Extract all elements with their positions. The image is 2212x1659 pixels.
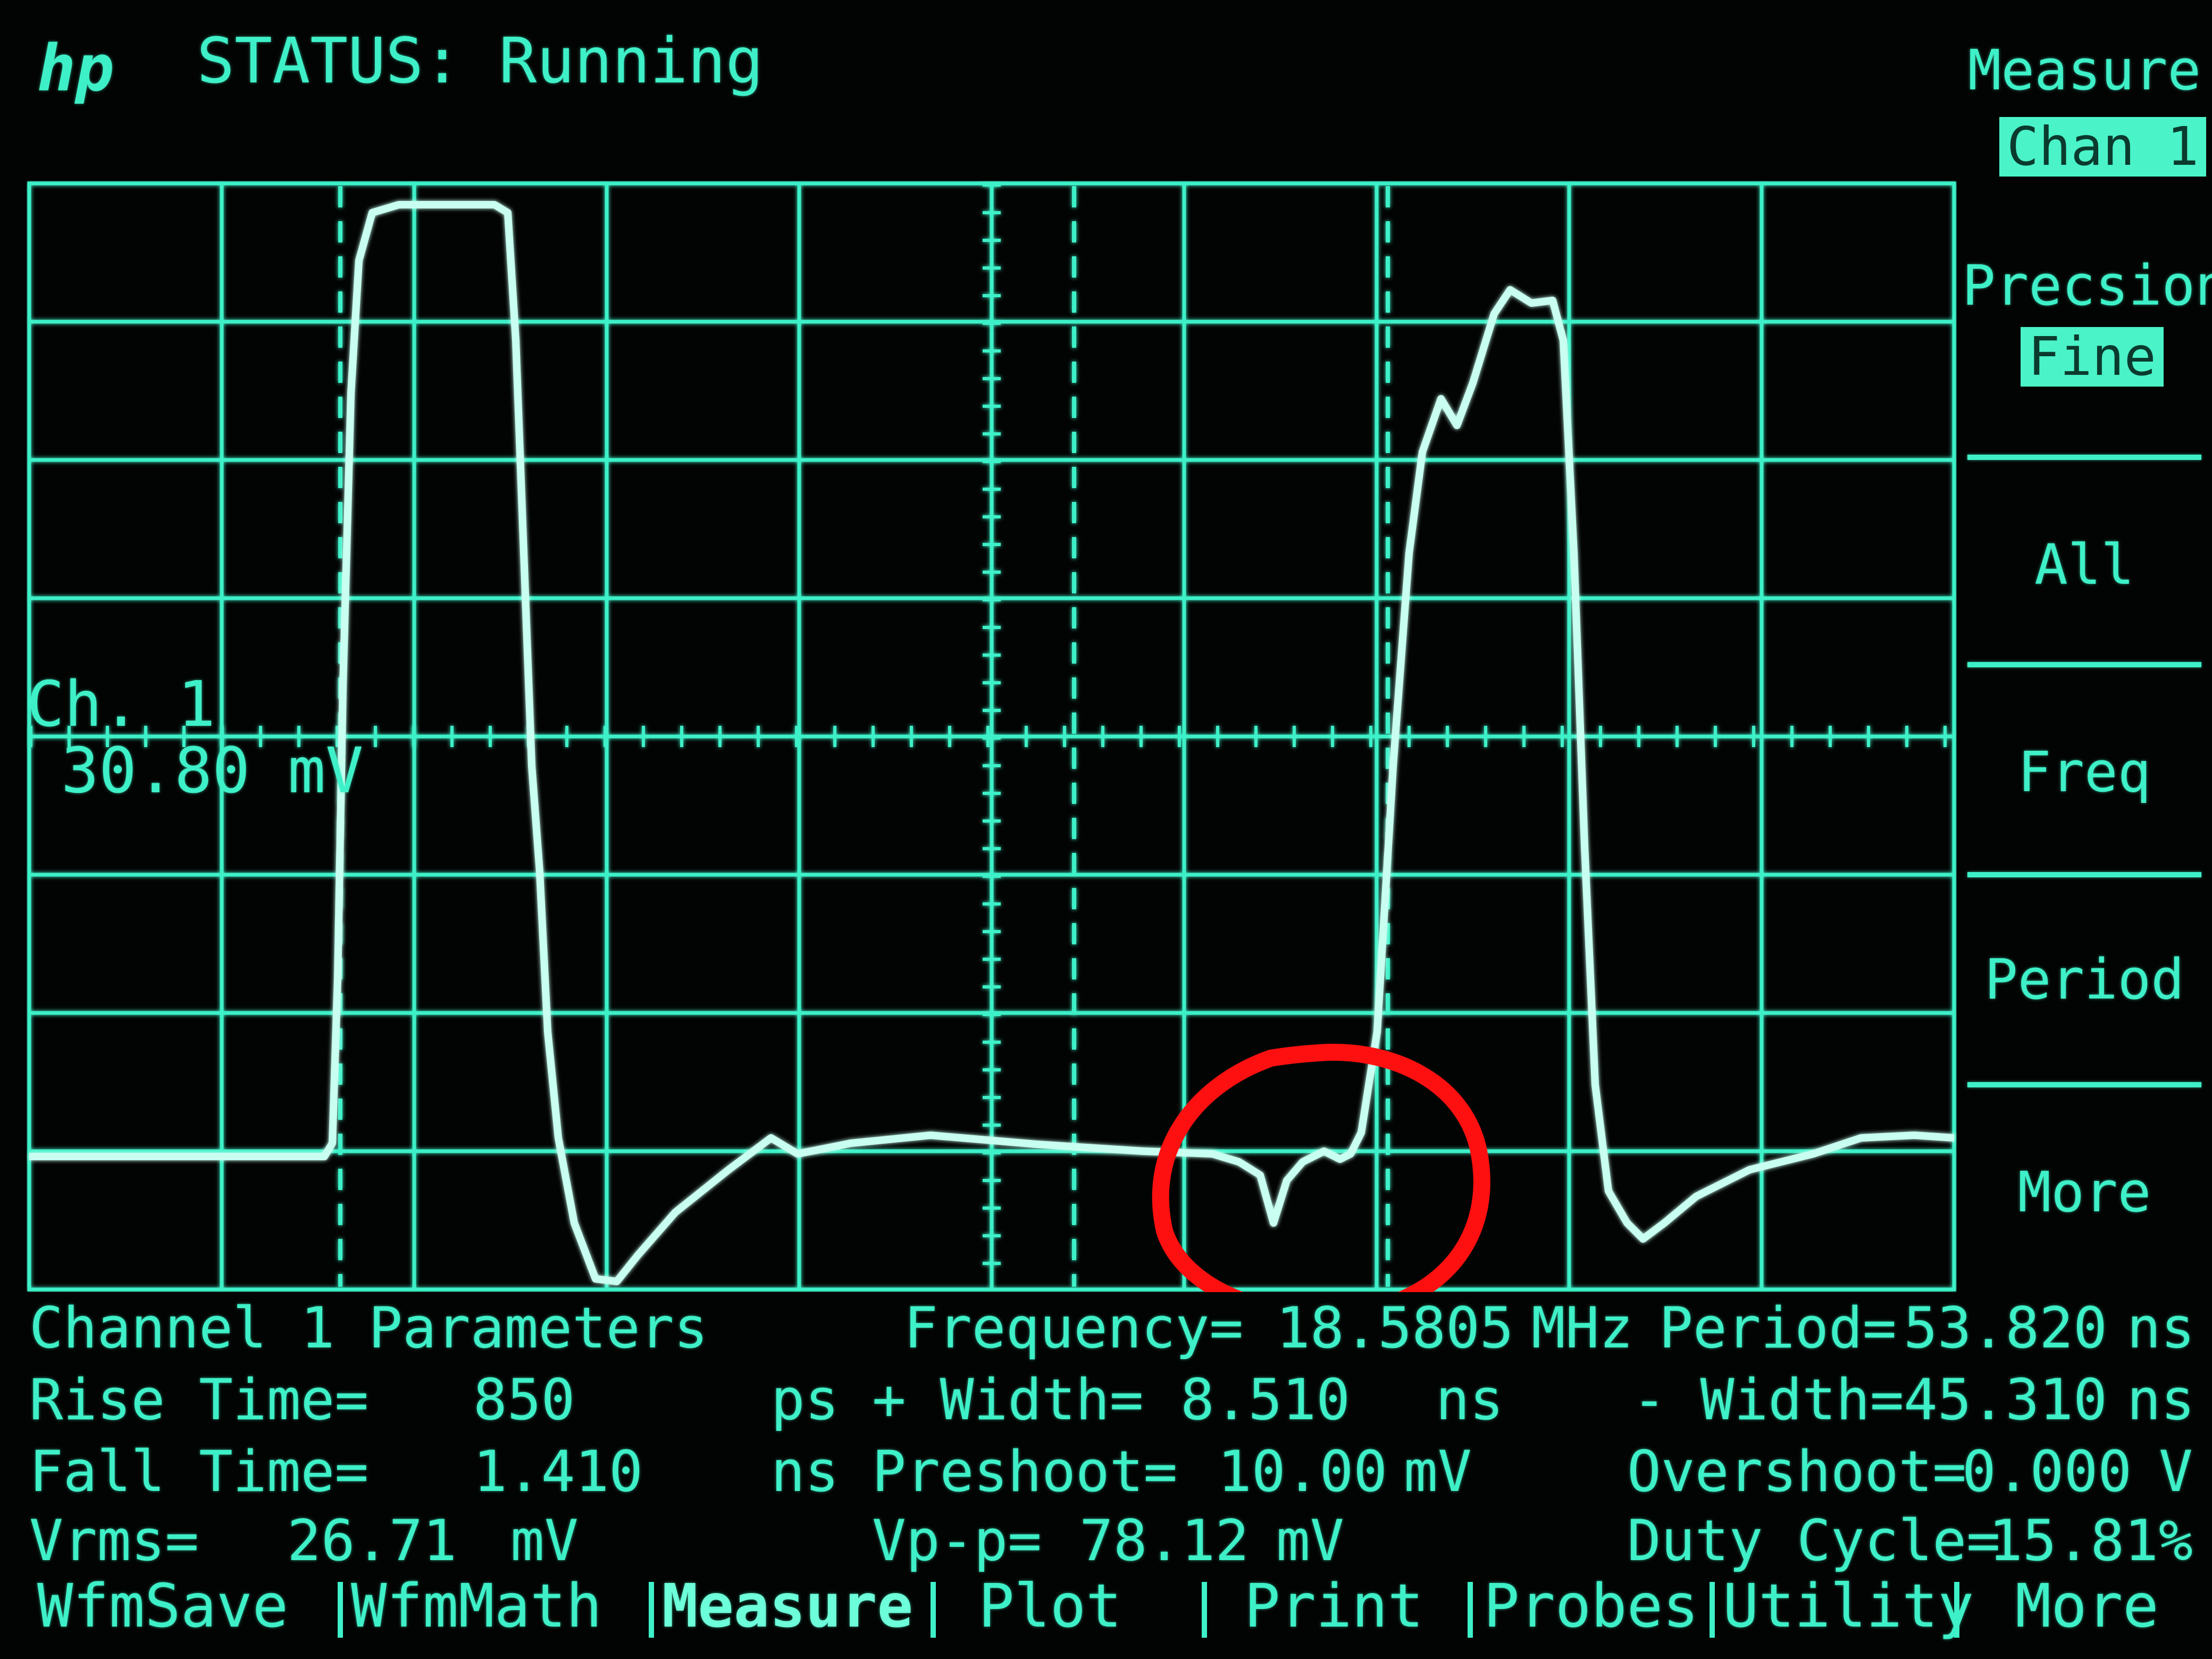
minus-width-label: - Width=: [1632, 1367, 1904, 1432]
softkey-panel: Measure Chan 1 Precsion Fine All Freq Pe…: [1962, 32, 2212, 1281]
hp-logo: hp: [37, 32, 114, 106]
overshoot-unit: V: [2159, 1439, 2193, 1504]
vrms-value: 26.71: [287, 1508, 457, 1573]
softkey-value: Chan 1: [1999, 117, 2207, 177]
vpp-value: 78.12: [1079, 1508, 1250, 1573]
overshoot-value: 0.000: [1962, 1439, 2132, 1504]
plus-width-label: + Width=: [872, 1367, 1144, 1432]
softkey-title: Measure: [1967, 38, 2201, 103]
menu-separator: [1468, 1582, 1473, 1638]
period-label: Period=: [1659, 1295, 1897, 1361]
softkey-precision[interactable]: Precsion Fine: [1962, 245, 2212, 453]
menu-separator: [1954, 1582, 1959, 1638]
menu-separator: [931, 1582, 936, 1638]
period-unit: ns: [2127, 1295, 2195, 1361]
menu-separator: [1202, 1582, 1207, 1638]
menu-plot[interactable]: Plot: [978, 1577, 1122, 1636]
overshoot-label: Overshoot=: [1627, 1439, 1967, 1504]
vrms-unit: mV: [510, 1508, 579, 1573]
softkey-title: All: [2034, 532, 2134, 597]
softkey-title: Precsion: [1962, 253, 2212, 318]
softkey-title: Period: [1984, 947, 2184, 1012]
softkey-title: More: [2017, 1160, 2151, 1225]
frequency-unit: MHz: [1531, 1295, 1633, 1361]
menu-probes[interactable]: Probes: [1484, 1577, 1699, 1636]
softkey-measure[interactable]: Measure Chan 1: [1962, 32, 2207, 240]
frequency-label: Frequency=: [904, 1295, 1244, 1361]
menu-more[interactable]: More: [2015, 1577, 2159, 1636]
duty-cycle-value: 15.81: [1989, 1508, 2159, 1573]
annotation-circle: [1152, 1044, 1490, 1292]
plus-width-value: 8.510: [1180, 1367, 1351, 1432]
fall-time-label: Fall Time=: [29, 1439, 369, 1504]
menu-separator: [1710, 1582, 1715, 1638]
menu-separator: [338, 1582, 343, 1638]
channel-label: Ch. 1: [27, 667, 216, 741]
duty-cycle-unit: %: [2159, 1508, 2193, 1573]
menu-separator: [649, 1582, 654, 1638]
status-text: STATUS: Running: [197, 24, 764, 97]
minus-width-value: 45.310: [1904, 1367, 2107, 1432]
period-value: 53.820: [1904, 1295, 2107, 1361]
fall-time-unit: ns: [771, 1439, 839, 1504]
softkey-all[interactable]: All: [1962, 457, 2207, 666]
softkey-freq[interactable]: Freq: [1962, 665, 2207, 873]
softkey-value: Fine: [2021, 327, 2164, 387]
softkey-more[interactable]: More: [1962, 1085, 2207, 1293]
softkey-period[interactable]: Period: [1962, 875, 2207, 1083]
frequency-value: 18.5805: [1276, 1295, 1514, 1361]
parameters-heading: Channel 1 Parameters: [29, 1295, 708, 1361]
menu-wfmmath[interactable]: WfmMath: [351, 1577, 602, 1636]
vpp-label: Vp-p=: [872, 1508, 1042, 1573]
menu-wfmsave[interactable]: WfmSave: [37, 1577, 288, 1636]
duty-cycle-label: Duty Cycle=: [1627, 1508, 2000, 1573]
rise-time-value: 850: [473, 1367, 575, 1432]
oscilloscope-screen: hp STATUS: Running Ch. 1 30.80 mV Measur…: [0, 0, 2212, 1659]
minus-width-unit: ns: [2127, 1367, 2195, 1432]
preshoot-value: 10.00: [1218, 1439, 1388, 1504]
menu-print[interactable]: Print: [1244, 1577, 1423, 1636]
menu-utility[interactable]: Utility: [1723, 1577, 1974, 1636]
channel-offset: 30.80 mV: [61, 734, 364, 807]
fall-time-value: 1.410: [473, 1439, 643, 1504]
menu-measure[interactable]: Measure: [662, 1577, 913, 1636]
rise-time-unit: ps: [771, 1367, 839, 1432]
rise-time-label: Rise Time=: [29, 1367, 369, 1432]
vrms-label: Vrms=: [29, 1508, 199, 1573]
preshoot-unit: mV: [1404, 1439, 1472, 1504]
menu-bar: WfmSave WfmMath Measure Plot Print Probe…: [32, 1577, 2191, 1646]
softkey-title: Freq: [2017, 740, 2151, 805]
preshoot-label: Preshoot=: [872, 1439, 1178, 1504]
plus-width-unit: ns: [1436, 1367, 1504, 1432]
vpp-unit: mV: [1276, 1508, 1344, 1573]
